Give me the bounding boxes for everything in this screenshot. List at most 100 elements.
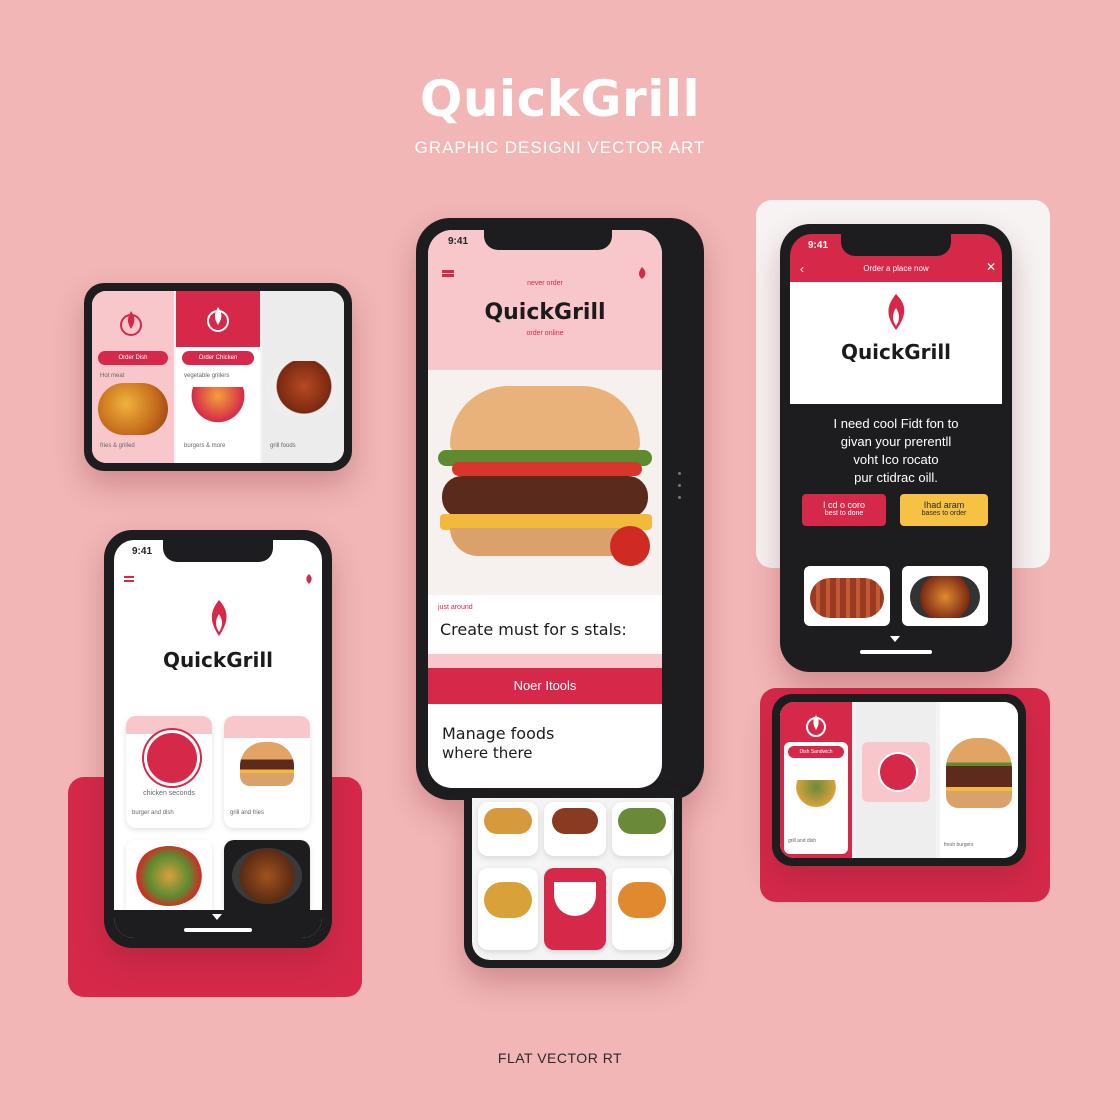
notch [163,540,273,562]
column-2: Order Chicken vegetable grillers burgers… [176,291,260,463]
column-1: Order Dish Hot meat fries & grilled [92,291,174,463]
headline: Create must for s stals: [440,620,627,639]
caption: burgers & more [184,443,226,449]
small-label: just around [438,604,473,611]
button-label: Ihad aram [923,500,965,510]
cta-button[interactable]: Noer Itools [428,668,662,704]
food-tile[interactable] [804,566,890,626]
food-card[interactable] [544,868,606,950]
flame-icon[interactable] [304,572,314,590]
column-header [176,291,260,347]
food-card[interactable] [478,802,538,856]
plate-card[interactable] [862,742,930,802]
lower-phone [464,798,682,968]
page-dots [678,472,681,475]
pink-divider [428,654,662,668]
food-image [910,576,980,618]
caption: fries & grilled [100,443,135,449]
flame-icon [882,292,910,332]
burger-image [946,738,1012,808]
food-image [98,383,168,435]
menu-card[interactable] [224,840,310,910]
card-label: chicken seconds [143,790,195,797]
middle-column [856,702,936,858]
food-image [810,578,884,618]
notch [484,228,612,250]
body-line-3: voht Ico rocato [853,452,939,467]
notch [841,234,951,256]
caption: grill and dish [788,838,817,844]
close-icon[interactable]: ✕ [986,260,996,274]
small-phone-bottom-right: Dish Sandwich grill and dish fresh burge… [772,694,1026,866]
bottom-text-2: where there [442,744,533,762]
food-image [618,882,666,918]
body-line-4: pur ctidrac oill. [854,470,938,485]
button-sub: bases to order [921,510,967,517]
food-image [232,848,302,904]
order-button-red[interactable]: I cd o coro best to done [802,494,886,526]
footer-text: FLAT VECTOR RT [497,1050,623,1066]
flame-icon [206,303,230,333]
right-column: fresh burgers [940,702,1018,858]
food-image [484,808,532,834]
button-sub: best to done [824,510,864,517]
menu-card[interactable]: chicken seconds burger and dish [126,716,212,828]
card-header [224,716,310,738]
button-label: I cd o coro [822,500,866,510]
caption: fresh burgers [944,842,974,848]
food-image [618,808,666,834]
brand-top: never order [527,280,563,287]
home-indicator [184,928,252,932]
tomato [610,526,650,566]
column-3: grill foods [262,291,344,463]
brand-sub: order online [526,330,564,337]
food-card[interactable] [612,802,672,856]
bun-top [450,386,640,454]
left-brand: QuickGrill [162,648,274,672]
menu-icon[interactable] [124,576,134,578]
food-image [790,780,842,816]
brand-panel: QuickGrill [790,282,1002,404]
label-hot-meat: Hot meat [100,373,125,379]
menu-card[interactable] [126,840,212,910]
food-image [554,882,596,916]
right-brand: QuickGrill [840,340,952,364]
dish-button[interactable]: Dish Sandwich [788,746,844,758]
menu-card[interactable]: grill and fries [224,716,310,828]
chevron-down-icon[interactable] [890,636,900,642]
main-phone: 9:41 never order QuickGrill order online… [416,218,704,800]
food-image [484,882,532,918]
menu-icon[interactable] [442,270,454,273]
status-time: 9:41 [132,546,153,557]
chevron-down-icon[interactable] [212,914,222,920]
order-button-yellow[interactable]: Ihad aram bases to order [900,494,988,526]
status-time: 9:41 [448,236,469,247]
menu-panel: Dish Sandwich grill and dish [784,742,848,854]
burger-image [428,370,662,595]
food-tile[interactable] [902,566,988,626]
side-column: Dish Sandwich grill and dish [780,702,852,858]
label-vegetable: vegetable grillers [184,373,230,379]
order-chicken-button[interactable]: Order Chicken [182,351,254,365]
patty [442,476,648,518]
card-caption: burger and dish [132,810,174,816]
right-phone: 9:41 ‹ Order a place now ✕ QuickGrill I … [780,224,1012,672]
food-card[interactable] [612,868,672,950]
burger-image [240,742,294,786]
food-card[interactable] [478,868,538,950]
order-dish-button[interactable]: Order Dish [98,351,168,365]
card-caption: grill and fries [230,810,265,816]
food-card[interactable] [544,802,606,856]
body-line-2: givan your prerentll [840,434,952,449]
food-image [186,387,250,431]
flame-icon [119,307,143,337]
bottom-text-1: Manage foods [442,724,555,743]
main-brand: QuickGrill [484,300,606,325]
plate-icon [144,730,200,786]
small-phone-top-left: Order Dish Hot meat fries & grilled Orde… [84,283,352,471]
food-image [552,808,598,834]
body-line-1: I need cool Fidt fon to [833,416,959,431]
header-title: Order a place now [863,264,929,273]
status-time: 9:41 [808,240,829,251]
home-indicator [860,650,932,654]
